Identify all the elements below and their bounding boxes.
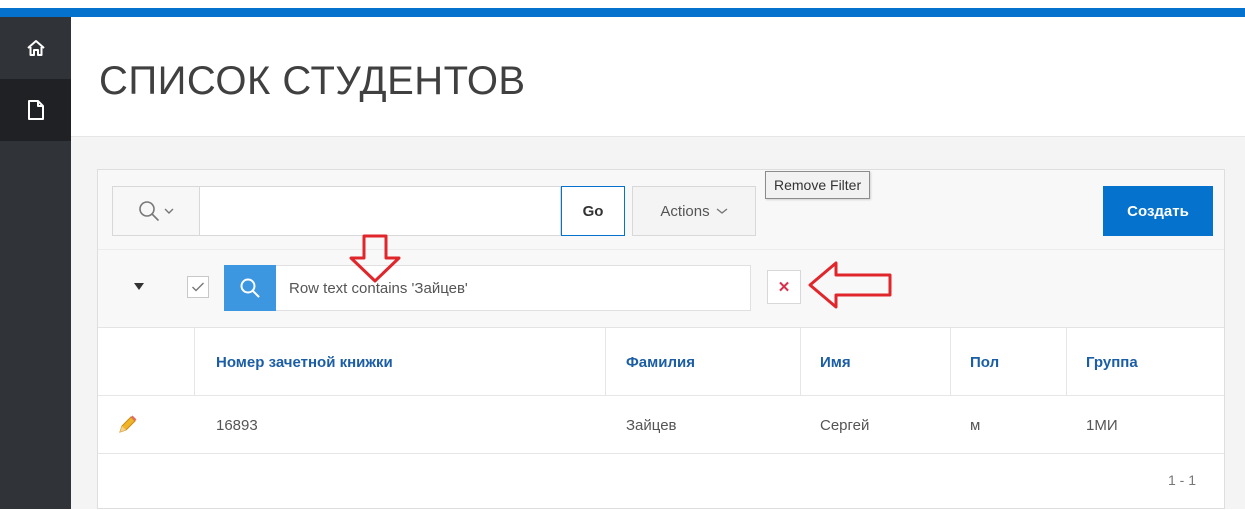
search-icon [240, 278, 260, 298]
create-button[interactable]: Создать [1103, 186, 1213, 236]
pagination: 1 - 1 [98, 454, 1224, 510]
actions-label: Actions [660, 202, 710, 220]
chevron-down-icon [164, 208, 174, 214]
sidebar-item-home[interactable] [0, 17, 71, 79]
pagination-range: 1 - 1 [1167, 472, 1196, 488]
actions-menu-button[interactable]: Actions [632, 186, 756, 236]
column-header-gender[interactable]: Пол [970, 328, 999, 396]
filter-bar: Row text contains 'Зайцев' ✕ [98, 234, 1224, 328]
filter-text: Row text contains 'Зайцев' [289, 279, 468, 297]
page-title: СПИСОК СТУДЕНТОВ [99, 59, 526, 103]
search-column-selector[interactable] [112, 186, 200, 236]
column-header-group[interactable]: Группа [1086, 328, 1138, 396]
filter-description[interactable]: Row text contains 'Зайцев' [276, 265, 751, 311]
checkmark-icon [192, 282, 204, 292]
caret-down-icon [134, 283, 144, 290]
remove-filter-tooltip: Remove Filter [765, 171, 871, 199]
pencil-edit-icon[interactable] [116, 414, 138, 436]
sidebar-item-page[interactable] [0, 79, 71, 141]
report-toolbar: Go Actions Создать [98, 170, 1224, 250]
search-input[interactable] [199, 186, 561, 236]
sidebar [0, 17, 71, 509]
cell-group: 1МИ [1086, 416, 1118, 434]
filter-type-badge [224, 265, 276, 311]
home-icon [26, 40, 45, 56]
close-icon: ✕ [777, 279, 791, 296]
interactive-report: Go Actions Создать Row text contains 'За… [97, 169, 1225, 509]
main-content: СПИСОК СТУДЕНТОВ Go Actions Создать Row … [71, 17, 1245, 509]
annotation-arrow-left-icon [808, 261, 892, 309]
table-header: Номер зачетной книжки Фамилия Имя Пол Гр… [98, 328, 1224, 454]
cell-gender: м [970, 416, 981, 434]
column-header-record-number[interactable]: Номер зачетной книжки [216, 328, 393, 396]
top-accent-bar [0, 8, 1245, 17]
chevron-down-icon [716, 208, 728, 214]
go-button[interactable]: Go [561, 186, 625, 236]
page-header: СПИСОК СТУДЕНТОВ [71, 17, 1245, 137]
column-header-first-name[interactable]: Имя [820, 328, 851, 396]
remove-filter-button[interactable]: ✕ [767, 270, 801, 304]
page-icon [27, 100, 44, 120]
cell-record-number: 16893 [216, 416, 258, 434]
collapse-filters-toggle[interactable] [132, 280, 146, 294]
table-row: 16893 Зайцев Сергей м 1МИ [98, 396, 1224, 454]
filter-enable-checkbox[interactable] [187, 276, 209, 298]
cell-first-name: Сергей [820, 416, 870, 434]
search-icon [139, 201, 159, 221]
column-header-last-name[interactable]: Фамилия [626, 328, 695, 396]
cell-last-name: Зайцев [626, 416, 677, 434]
